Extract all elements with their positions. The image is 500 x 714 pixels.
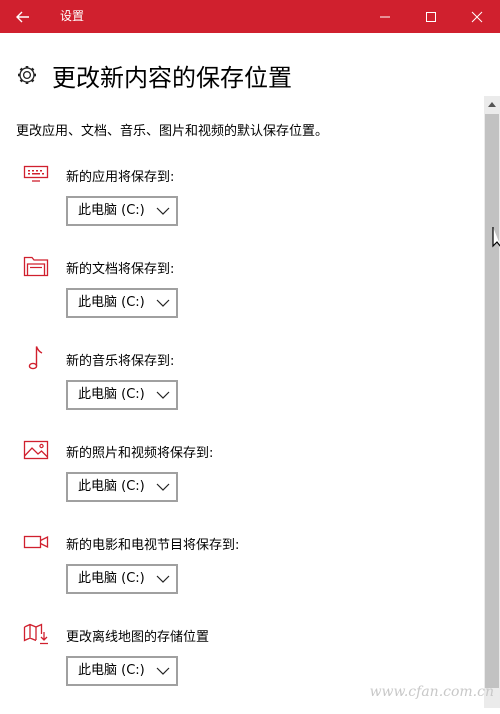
section-apps-label: 新的应用将保存到: bbox=[66, 170, 175, 185]
section-documents: 新的文档将保存到: 此电脑 (C:) bbox=[0, 254, 480, 346]
section-documents-label: 新的文档将保存到: bbox=[66, 262, 175, 277]
back-button[interactable] bbox=[0, 0, 46, 33]
video-camera-icon bbox=[22, 530, 50, 554]
section-music-label: 新的音乐将保存到: bbox=[66, 354, 175, 369]
section-photos-label: 新的照片和视频将保存到: bbox=[66, 446, 214, 461]
gear-icon bbox=[16, 64, 38, 86]
apps-location-dropdown[interactable]: 此电脑 (C:) bbox=[66, 196, 178, 226]
music-location-dropdown[interactable]: 此电脑 (C:) bbox=[66, 380, 178, 410]
maximize-icon bbox=[426, 11, 436, 22]
movies-location-dropdown[interactable]: 此电脑 (C:) bbox=[66, 564, 178, 594]
picture-icon bbox=[22, 438, 50, 462]
chevron-down-icon bbox=[156, 391, 170, 399]
documents-location-dropdown[interactable]: 此电脑 (C:) bbox=[66, 288, 178, 318]
section-photos: 新的照片和视频将保存到: 此电脑 (C:) bbox=[0, 438, 480, 530]
dropdown-value: 此电脑 (C:) bbox=[78, 295, 145, 310]
dropdown-value: 此电脑 (C:) bbox=[78, 663, 145, 678]
chevron-down-icon bbox=[156, 575, 170, 583]
map-download-icon bbox=[22, 622, 50, 646]
dropdown-value: 此电脑 (C:) bbox=[78, 479, 145, 494]
page-description: 更改应用、文档、音乐、图片和视频的默认保存位置。 bbox=[16, 124, 329, 139]
section-offline-maps: 更改离线地图的存储位置 此电脑 (C:) bbox=[0, 622, 480, 714]
minimize-button[interactable] bbox=[362, 0, 408, 33]
page-header: 更改新内容的保存位置 bbox=[16, 58, 292, 92]
close-icon bbox=[471, 11, 483, 22]
section-movies-label: 新的电影和电视节目将保存到: bbox=[66, 538, 240, 553]
chevron-down-icon bbox=[156, 667, 170, 675]
scrollbar-thumb[interactable] bbox=[485, 114, 499, 688]
section-apps: 新的应用将保存到: 此电脑 (C:) bbox=[0, 162, 480, 254]
section-music: 新的音乐将保存到: 此电脑 (C:) bbox=[0, 346, 480, 438]
music-note-icon bbox=[22, 346, 50, 370]
dropdown-value: 此电脑 (C:) bbox=[78, 203, 145, 218]
maximize-button[interactable] bbox=[408, 0, 454, 33]
mouse-cursor-icon bbox=[492, 227, 500, 248]
close-button[interactable] bbox=[454, 0, 500, 33]
chevron-down-icon bbox=[156, 207, 170, 215]
page-title: 更改新内容的保存位置 bbox=[52, 63, 292, 92]
folder-icon bbox=[22, 254, 50, 278]
chevron-down-icon bbox=[156, 299, 170, 307]
section-movies: 新的电影和电视节目将保存到: 此电脑 (C:) bbox=[0, 530, 480, 622]
vertical-scrollbar[interactable] bbox=[484, 96, 500, 708]
offline-maps-location-dropdown[interactable]: 此电脑 (C:) bbox=[66, 656, 178, 686]
title-bar: 设置 bbox=[0, 0, 500, 33]
photos-location-dropdown[interactable]: 此电脑 (C:) bbox=[66, 472, 178, 502]
minimize-icon bbox=[380, 16, 390, 17]
dropdown-value: 此电脑 (C:) bbox=[78, 571, 145, 586]
window-title: 设置 bbox=[60, 9, 85, 23]
section-offline-maps-label: 更改离线地图的存储位置 bbox=[66, 630, 210, 645]
arrow-left-icon bbox=[16, 11, 29, 22]
dropdown-value: 此电脑 (C:) bbox=[78, 387, 145, 402]
scroll-up-arrow-icon[interactable] bbox=[484, 98, 500, 110]
watermark: www.cfan.com.cn bbox=[369, 684, 494, 700]
monitor-icon bbox=[22, 162, 50, 186]
chevron-down-icon bbox=[156, 483, 170, 491]
